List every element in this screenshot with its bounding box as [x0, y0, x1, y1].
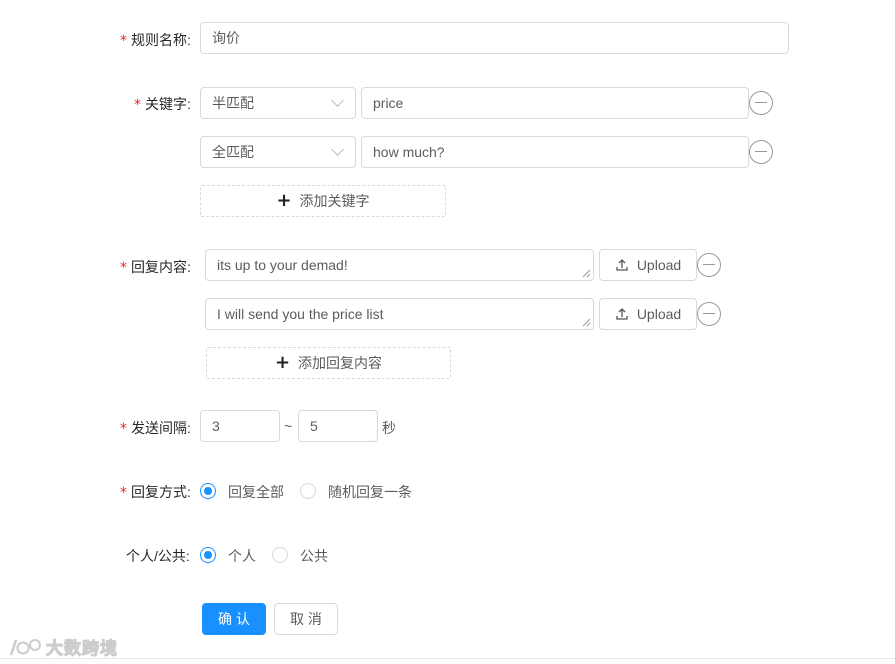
rule-name-label: * 规则名称:	[120, 32, 191, 49]
watermark-logo-icon	[9, 638, 41, 655]
add-reply-button[interactable]: + 添加回复内容	[206, 347, 451, 379]
add-reply-label: 添加回复内容	[298, 355, 383, 371]
radio-public[interactable]	[272, 547, 288, 563]
radio-personal-label[interactable]: 个人	[228, 546, 256, 566]
radio-personal[interactable]	[200, 547, 216, 563]
reply-mode-label: * 回复方式:	[120, 484, 191, 501]
radio-reply-all[interactable]	[200, 483, 216, 499]
required-mark: *	[120, 260, 127, 276]
reply-value-1: its up to your demad!	[217, 257, 348, 273]
upload-icon	[616, 308, 628, 320]
remove-keyword-2-icon[interactable]	[749, 140, 773, 164]
keyword-match-select-2[interactable]: 全匹配	[200, 136, 356, 168]
interval-from-value: 3	[212, 418, 220, 434]
rule-name-input[interactable]: 询价	[200, 22, 789, 54]
interval-to-value: 5	[310, 418, 318, 434]
add-keyword-button[interactable]: + 添加关键字	[200, 185, 446, 217]
remove-keyword-1-icon[interactable]	[749, 91, 773, 115]
confirm-button[interactable]: 确 认	[202, 603, 266, 635]
reply-textarea-2[interactable]: I will send you the price list	[205, 298, 594, 330]
upload-button-1[interactable]: Upload	[599, 249, 697, 281]
interval-unit: 秒	[382, 420, 396, 436]
watermark: 大数跨境	[8, 634, 118, 659]
upload-button-2[interactable]: Upload	[599, 298, 697, 330]
plus-icon: +	[274, 352, 291, 373]
resize-handle-icon[interactable]	[582, 269, 591, 278]
chevron-down-icon	[331, 94, 344, 107]
radio-reply-all-label[interactable]: 回复全部	[228, 482, 284, 502]
rule-name-value: 询价	[212, 30, 240, 46]
interval-to-input[interactable]: 5	[298, 410, 378, 442]
remove-reply-1-icon[interactable]	[697, 253, 721, 277]
watermark-text: 大数跨境	[46, 639, 118, 659]
interval-from-input[interactable]: 3	[200, 410, 280, 442]
remove-reply-2-icon[interactable]	[697, 302, 721, 326]
interval-label: * 发送间隔:	[120, 420, 191, 437]
interval-separator: ~	[284, 418, 293, 434]
upload-icon	[616, 259, 628, 271]
resize-handle-icon[interactable]	[582, 318, 591, 327]
required-mark: *	[120, 33, 127, 49]
keyword-input-2[interactable]: how much?	[361, 136, 749, 168]
cancel-button[interactable]: 取 消	[274, 603, 338, 635]
reply-content-label: * 回复内容:	[120, 259, 191, 276]
keyword-input-1[interactable]: price	[361, 87, 749, 119]
required-mark: *	[120, 485, 127, 501]
plus-icon: +	[276, 190, 292, 211]
reply-textarea-1[interactable]: its up to your demad!	[205, 249, 594, 281]
add-keyword-label: 添加关键字	[299, 193, 370, 209]
keyword-match-select-1[interactable]: 半匹配	[200, 87, 356, 119]
keywords-label: * 关键字:	[134, 96, 191, 113]
radio-public-label[interactable]: 公共	[300, 546, 328, 566]
divider	[0, 658, 895, 659]
upload-label-2: Upload	[636, 306, 682, 322]
visibility-label: 个人/公共:	[126, 548, 190, 564]
required-mark: *	[120, 421, 127, 437]
required-mark: *	[134, 97, 141, 113]
radio-reply-random[interactable]	[300, 483, 316, 499]
upload-label-1: Upload	[636, 257, 682, 273]
chevron-down-icon	[331, 143, 344, 156]
keyword-value-1: price	[373, 95, 404, 111]
keyword-match-value-1: 半匹配	[212, 95, 254, 111]
reply-value-2: I will send you the price list	[217, 306, 384, 322]
radio-reply-random-label[interactable]: 随机回复一条	[328, 482, 412, 502]
keyword-value-2: how much?	[373, 144, 445, 160]
keyword-match-value-2: 全匹配	[212, 144, 254, 160]
